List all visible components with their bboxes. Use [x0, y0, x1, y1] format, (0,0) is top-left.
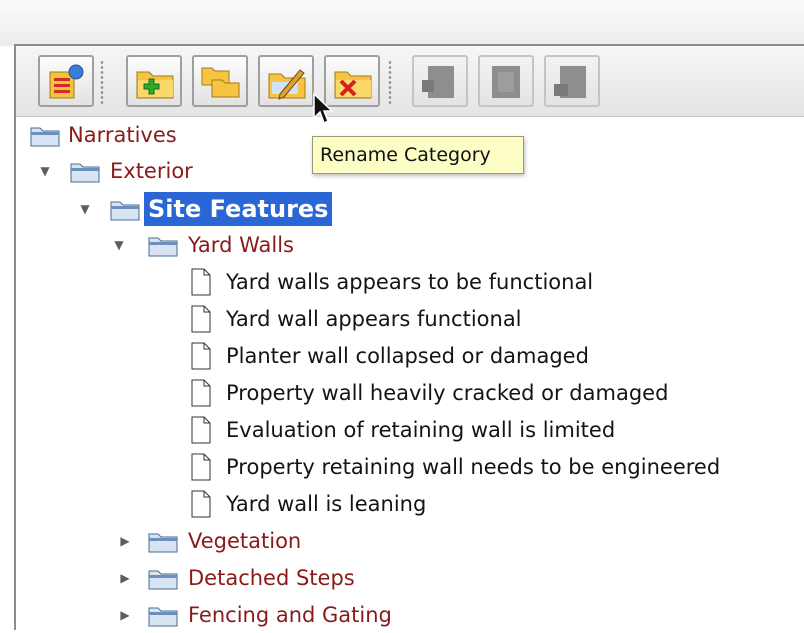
tree-node-yard-walls[interactable]: ▼ Yard Walls — [112, 227, 512, 263]
edit-narrative-button[interactable] — [478, 55, 534, 107]
folder-icon — [110, 201, 140, 221]
document-delete-icon — [554, 66, 586, 98]
expand-arrow-icon[interactable]: ▼ — [38, 153, 52, 189]
narrative-item-label: Yard wall is leaning — [226, 492, 427, 516]
folder-icon — [148, 570, 178, 590]
tree-node-label: Vegetation — [188, 529, 302, 553]
collapsed-arrow-icon[interactable]: ▶ — [118, 523, 132, 559]
tree-node-vegetation[interactable]: ▶ Vegetation — [118, 523, 518, 559]
add-narrative-button[interactable] — [412, 55, 468, 107]
folder-edit-icon — [268, 69, 306, 100]
narrative-item[interactable]: Property wall heavily cracked or damaged — [190, 375, 800, 411]
narrative-item-label: Yard walls appears to be functional — [226, 270, 594, 294]
narrative-tree: Narratives ▼ Exterior ▼ Site Features ▼ … — [16, 117, 804, 630]
tree-node-label: Yard Walls — [188, 233, 294, 257]
tree-node-label: Narratives — [68, 123, 177, 147]
tree-node-label-selected: Site Features — [144, 192, 333, 226]
narrative-item[interactable]: Yard wall is leaning — [190, 486, 800, 522]
tree-node-label: Fencing and Gating — [188, 603, 392, 627]
tree-node-detached-steps[interactable]: ▶ Detached Steps — [118, 560, 518, 596]
document-icon — [191, 453, 211, 481]
folder-icon — [148, 607, 178, 627]
document-icon — [191, 268, 211, 296]
document-icon — [191, 416, 211, 444]
document-add-icon — [422, 66, 454, 98]
collapsed-arrow-icon[interactable]: ▶ — [118, 597, 132, 633]
tree-node-label: Exterior — [110, 159, 193, 183]
narrative-item[interactable]: Property retaining wall needs to be engi… — [190, 449, 800, 485]
toolbar-separator — [388, 60, 392, 104]
folder-add-icon — [136, 71, 174, 99]
collapsed-arrow-icon[interactable]: ▶ — [118, 560, 132, 596]
window-titlebar-area — [0, 0, 804, 46]
folder-icon — [148, 237, 178, 257]
mouse-cursor-icon — [313, 92, 334, 125]
rename-category-button[interactable] — [258, 55, 314, 107]
narrative-item[interactable]: Evaluation of retaining wall is limited — [190, 412, 800, 448]
folder-icon — [70, 163, 100, 183]
expand-arrow-icon[interactable]: ▼ — [112, 227, 126, 263]
folder-delete-icon — [334, 71, 372, 99]
document-icon — [191, 490, 211, 518]
narrative-item[interactable]: Planter wall collapsed or damaged — [190, 338, 800, 374]
document-icon — [191, 342, 211, 370]
tree-node-label: Detached Steps — [188, 566, 355, 590]
move-category-button[interactable] — [192, 55, 248, 107]
add-category-button[interactable] — [126, 55, 182, 107]
folder-icon — [148, 533, 178, 553]
tooltip-rename-category: Rename Category — [312, 136, 524, 174]
tree-node-fencing-and-gating[interactable]: ▶ Fencing and Gating — [118, 597, 518, 633]
delete-narrative-button[interactable] — [544, 55, 600, 107]
narrative-item[interactable]: Yard wall appears functional — [190, 301, 800, 337]
tree-node-site-features[interactable]: ▼ Site Features — [78, 191, 478, 227]
folder-icon — [30, 127, 60, 147]
document-icon — [191, 305, 211, 333]
narrative-item-label: Evaluation of retaining wall is limited — [226, 418, 616, 442]
narrative-item-label: Property wall heavily cracked or damaged — [226, 381, 669, 405]
document-edit-icon — [492, 66, 520, 98]
folders-icon — [201, 67, 240, 98]
narrative-item-label: Planter wall collapsed or damaged — [226, 344, 589, 368]
narrative-item[interactable]: Yard walls appears to be functional — [190, 264, 800, 300]
narrative-item-label: Property retaining wall needs to be engi… — [226, 455, 721, 479]
document-icon — [191, 379, 211, 407]
expand-arrow-icon[interactable]: ▼ — [78, 191, 92, 227]
toolbar — [16, 46, 804, 117]
list-folder-icon — [49, 64, 84, 99]
narrative-item-label: Yard wall appears functional — [226, 307, 522, 331]
narrative-list-button[interactable] — [38, 55, 94, 107]
toolbar-separator — [100, 60, 104, 104]
